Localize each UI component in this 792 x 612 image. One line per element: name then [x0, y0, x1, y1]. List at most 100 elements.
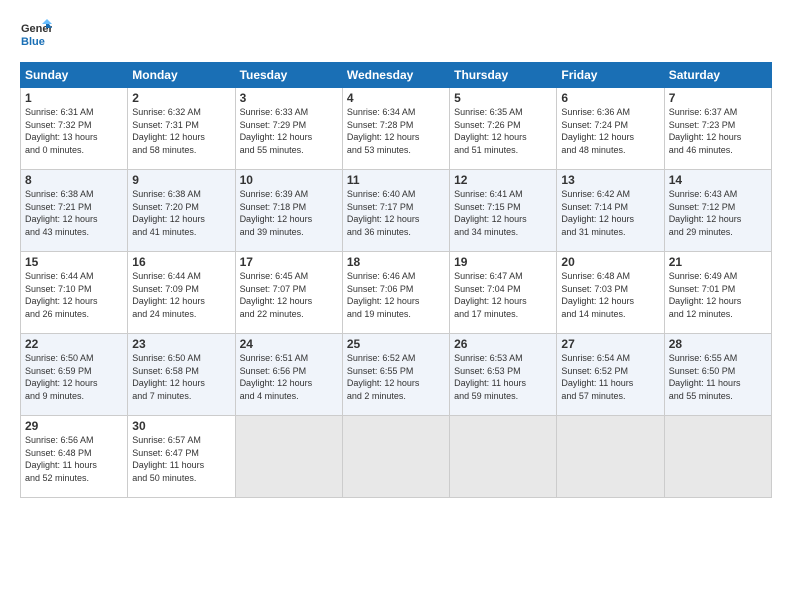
- calendar-cell: 12Sunrise: 6:41 AM Sunset: 7:15 PM Dayli…: [450, 170, 557, 252]
- calendar: SundayMondayTuesdayWednesdayThursdayFrid…: [20, 62, 772, 498]
- calendar-cell: 29Sunrise: 6:56 AM Sunset: 6:48 PM Dayli…: [21, 416, 128, 498]
- cell-content: Sunrise: 6:45 AM Sunset: 7:07 PM Dayligh…: [240, 270, 338, 320]
- day-number: 26: [454, 337, 552, 351]
- day-number: 30: [132, 419, 230, 433]
- calendar-cell: [557, 416, 664, 498]
- day-number: 29: [25, 419, 123, 433]
- cell-content: Sunrise: 6:42 AM Sunset: 7:14 PM Dayligh…: [561, 188, 659, 238]
- header-cell-sunday: Sunday: [21, 63, 128, 88]
- cell-content: Sunrise: 6:44 AM Sunset: 7:09 PM Dayligh…: [132, 270, 230, 320]
- calendar-cell: 7Sunrise: 6:37 AM Sunset: 7:23 PM Daylig…: [664, 88, 771, 170]
- header-cell-saturday: Saturday: [664, 63, 771, 88]
- cell-content: Sunrise: 6:50 AM Sunset: 6:59 PM Dayligh…: [25, 352, 123, 402]
- calendar-cell: 9Sunrise: 6:38 AM Sunset: 7:20 PM Daylig…: [128, 170, 235, 252]
- cell-content: Sunrise: 6:55 AM Sunset: 6:50 PM Dayligh…: [669, 352, 767, 402]
- day-number: 25: [347, 337, 445, 351]
- cell-content: Sunrise: 6:53 AM Sunset: 6:53 PM Dayligh…: [454, 352, 552, 402]
- day-number: 14: [669, 173, 767, 187]
- day-number: 4: [347, 91, 445, 105]
- calendar-cell: 27Sunrise: 6:54 AM Sunset: 6:52 PM Dayli…: [557, 334, 664, 416]
- day-number: 7: [669, 91, 767, 105]
- day-number: 23: [132, 337, 230, 351]
- header-cell-friday: Friday: [557, 63, 664, 88]
- day-number: 11: [347, 173, 445, 187]
- calendar-cell: 2Sunrise: 6:32 AM Sunset: 7:31 PM Daylig…: [128, 88, 235, 170]
- logo-svg: General Blue: [20, 18, 52, 52]
- header-cell-thursday: Thursday: [450, 63, 557, 88]
- day-number: 9: [132, 173, 230, 187]
- day-number: 16: [132, 255, 230, 269]
- cell-content: Sunrise: 6:47 AM Sunset: 7:04 PM Dayligh…: [454, 270, 552, 320]
- calendar-cell: 22Sunrise: 6:50 AM Sunset: 6:59 PM Dayli…: [21, 334, 128, 416]
- calendar-cell: 13Sunrise: 6:42 AM Sunset: 7:14 PM Dayli…: [557, 170, 664, 252]
- calendar-cell: [450, 416, 557, 498]
- cell-content: Sunrise: 6:33 AM Sunset: 7:29 PM Dayligh…: [240, 106, 338, 156]
- calendar-cell: 3Sunrise: 6:33 AM Sunset: 7:29 PM Daylig…: [235, 88, 342, 170]
- cell-content: Sunrise: 6:37 AM Sunset: 7:23 PM Dayligh…: [669, 106, 767, 156]
- day-number: 10: [240, 173, 338, 187]
- calendar-cell: 8Sunrise: 6:38 AM Sunset: 7:21 PM Daylig…: [21, 170, 128, 252]
- header-cell-tuesday: Tuesday: [235, 63, 342, 88]
- cell-content: Sunrise: 6:44 AM Sunset: 7:10 PM Dayligh…: [25, 270, 123, 320]
- calendar-cell: 11Sunrise: 6:40 AM Sunset: 7:17 PM Dayli…: [342, 170, 449, 252]
- header-row: SundayMondayTuesdayWednesdayThursdayFrid…: [21, 63, 772, 88]
- header: General Blue: [20, 18, 772, 52]
- header-cell-monday: Monday: [128, 63, 235, 88]
- calendar-cell: [235, 416, 342, 498]
- day-number: 12: [454, 173, 552, 187]
- calendar-cell: [342, 416, 449, 498]
- calendar-cell: 6Sunrise: 6:36 AM Sunset: 7:24 PM Daylig…: [557, 88, 664, 170]
- day-number: 1: [25, 91, 123, 105]
- week-row-1: 1Sunrise: 6:31 AM Sunset: 7:32 PM Daylig…: [21, 88, 772, 170]
- cell-content: Sunrise: 6:51 AM Sunset: 6:56 PM Dayligh…: [240, 352, 338, 402]
- day-number: 2: [132, 91, 230, 105]
- cell-content: Sunrise: 6:46 AM Sunset: 7:06 PM Dayligh…: [347, 270, 445, 320]
- day-number: 17: [240, 255, 338, 269]
- day-number: 13: [561, 173, 659, 187]
- header-cell-wednesday: Wednesday: [342, 63, 449, 88]
- cell-content: Sunrise: 6:38 AM Sunset: 7:20 PM Dayligh…: [132, 188, 230, 238]
- day-number: 8: [25, 173, 123, 187]
- day-number: 28: [669, 337, 767, 351]
- week-row-2: 8Sunrise: 6:38 AM Sunset: 7:21 PM Daylig…: [21, 170, 772, 252]
- logo: General Blue: [20, 18, 52, 52]
- cell-content: Sunrise: 6:50 AM Sunset: 6:58 PM Dayligh…: [132, 352, 230, 402]
- day-number: 24: [240, 337, 338, 351]
- cell-content: Sunrise: 6:35 AM Sunset: 7:26 PM Dayligh…: [454, 106, 552, 156]
- week-row-5: 29Sunrise: 6:56 AM Sunset: 6:48 PM Dayli…: [21, 416, 772, 498]
- calendar-cell: 23Sunrise: 6:50 AM Sunset: 6:58 PM Dayli…: [128, 334, 235, 416]
- cell-content: Sunrise: 6:31 AM Sunset: 7:32 PM Dayligh…: [25, 106, 123, 156]
- calendar-cell: 5Sunrise: 6:35 AM Sunset: 7:26 PM Daylig…: [450, 88, 557, 170]
- svg-text:Blue: Blue: [21, 36, 45, 48]
- calendar-cell: 10Sunrise: 6:39 AM Sunset: 7:18 PM Dayli…: [235, 170, 342, 252]
- calendar-cell: 14Sunrise: 6:43 AM Sunset: 7:12 PM Dayli…: [664, 170, 771, 252]
- calendar-cell: 28Sunrise: 6:55 AM Sunset: 6:50 PM Dayli…: [664, 334, 771, 416]
- day-number: 27: [561, 337, 659, 351]
- cell-content: Sunrise: 6:36 AM Sunset: 7:24 PM Dayligh…: [561, 106, 659, 156]
- cell-content: Sunrise: 6:48 AM Sunset: 7:03 PM Dayligh…: [561, 270, 659, 320]
- calendar-cell: 16Sunrise: 6:44 AM Sunset: 7:09 PM Dayli…: [128, 252, 235, 334]
- day-number: 18: [347, 255, 445, 269]
- calendar-cell: 15Sunrise: 6:44 AM Sunset: 7:10 PM Dayli…: [21, 252, 128, 334]
- cell-content: Sunrise: 6:54 AM Sunset: 6:52 PM Dayligh…: [561, 352, 659, 402]
- cell-content: Sunrise: 6:38 AM Sunset: 7:21 PM Dayligh…: [25, 188, 123, 238]
- day-number: 15: [25, 255, 123, 269]
- cell-content: Sunrise: 6:39 AM Sunset: 7:18 PM Dayligh…: [240, 188, 338, 238]
- calendar-cell: 21Sunrise: 6:49 AM Sunset: 7:01 PM Dayli…: [664, 252, 771, 334]
- day-number: 22: [25, 337, 123, 351]
- cell-content: Sunrise: 6:43 AM Sunset: 7:12 PM Dayligh…: [669, 188, 767, 238]
- calendar-cell: 30Sunrise: 6:57 AM Sunset: 6:47 PM Dayli…: [128, 416, 235, 498]
- calendar-cell: 20Sunrise: 6:48 AM Sunset: 7:03 PM Dayli…: [557, 252, 664, 334]
- cell-content: Sunrise: 6:56 AM Sunset: 6:48 PM Dayligh…: [25, 434, 123, 484]
- page: General Blue SundayMondayTuesdayWednesda…: [0, 0, 792, 612]
- day-number: 21: [669, 255, 767, 269]
- day-number: 6: [561, 91, 659, 105]
- calendar-cell: 26Sunrise: 6:53 AM Sunset: 6:53 PM Dayli…: [450, 334, 557, 416]
- cell-content: Sunrise: 6:32 AM Sunset: 7:31 PM Dayligh…: [132, 106, 230, 156]
- calendar-cell: 18Sunrise: 6:46 AM Sunset: 7:06 PM Dayli…: [342, 252, 449, 334]
- calendar-cell: 1Sunrise: 6:31 AM Sunset: 7:32 PM Daylig…: [21, 88, 128, 170]
- calendar-cell: 4Sunrise: 6:34 AM Sunset: 7:28 PM Daylig…: [342, 88, 449, 170]
- cell-content: Sunrise: 6:41 AM Sunset: 7:15 PM Dayligh…: [454, 188, 552, 238]
- cell-content: Sunrise: 6:57 AM Sunset: 6:47 PM Dayligh…: [132, 434, 230, 484]
- calendar-cell: 19Sunrise: 6:47 AM Sunset: 7:04 PM Dayli…: [450, 252, 557, 334]
